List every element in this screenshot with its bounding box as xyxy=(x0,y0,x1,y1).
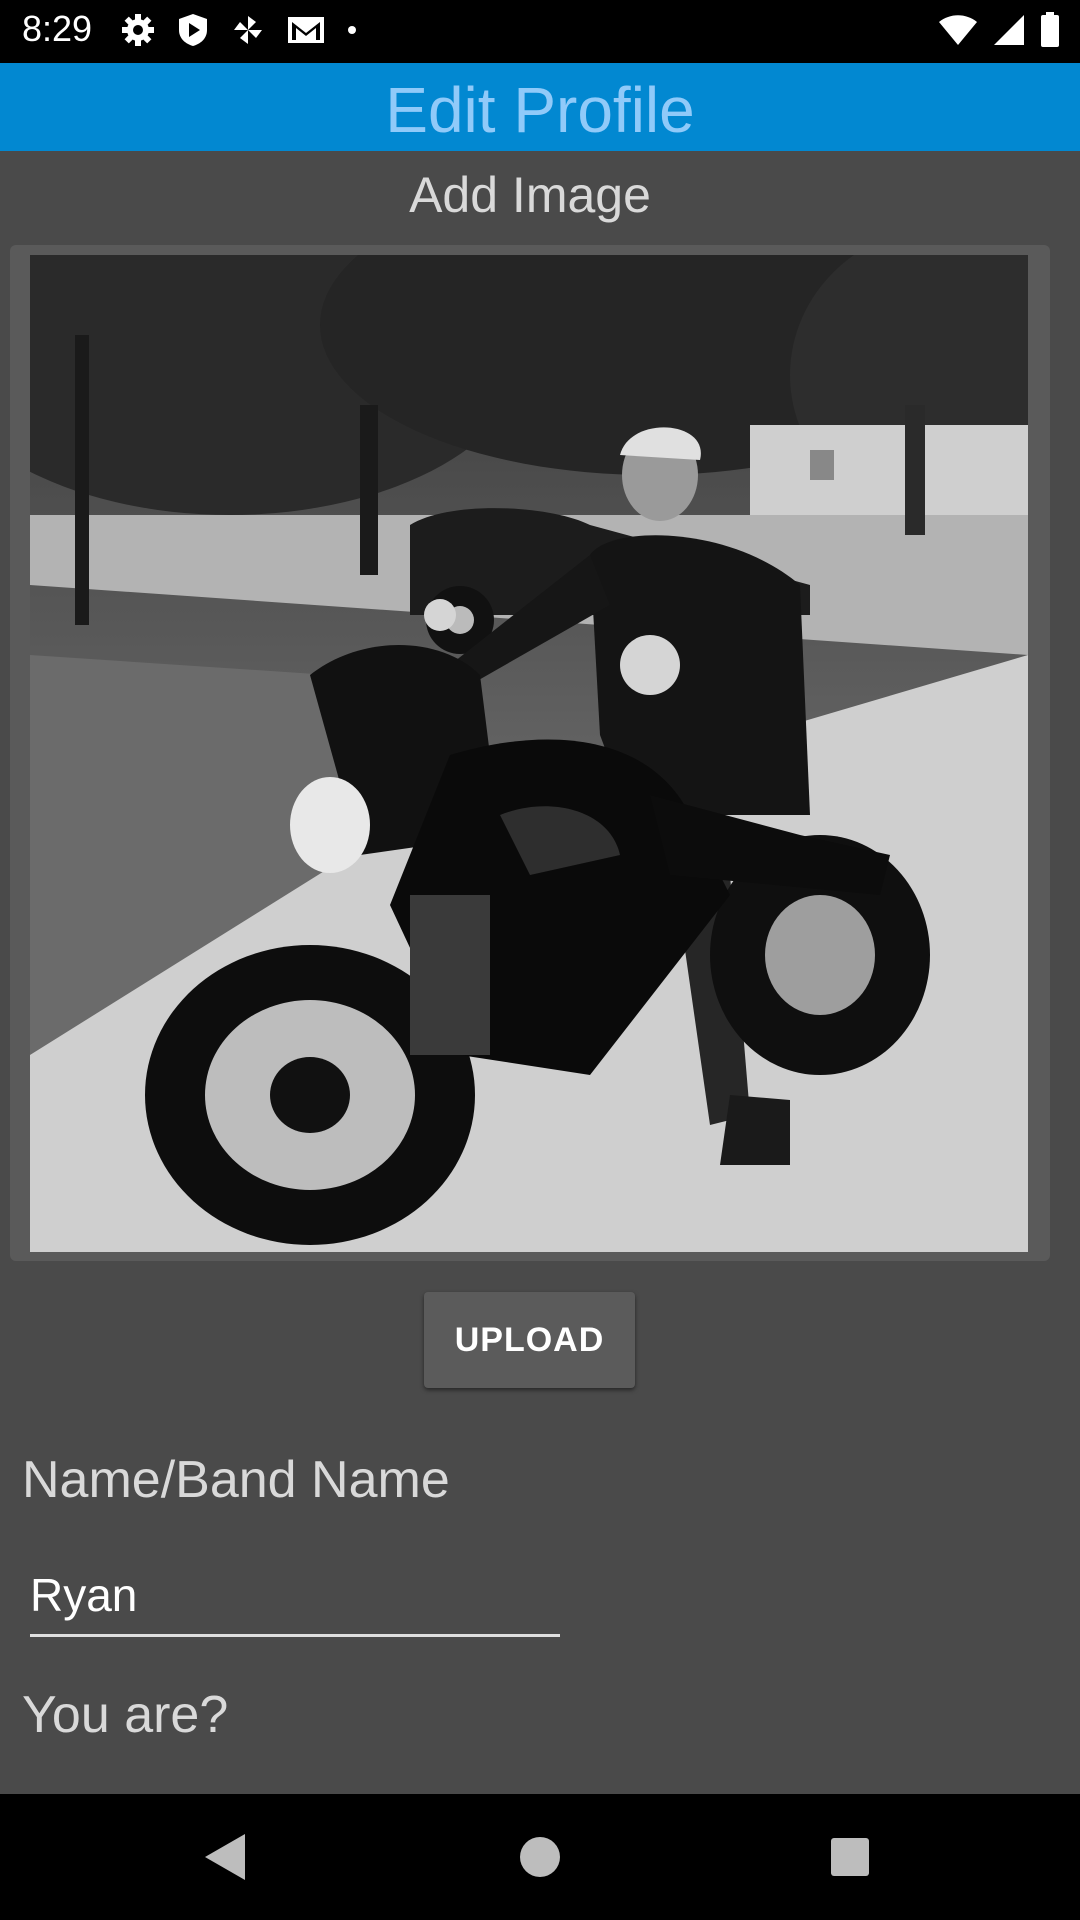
recents-icon xyxy=(831,1838,869,1876)
home-icon xyxy=(520,1837,560,1877)
notification-icons xyxy=(120,12,358,48)
status-time: 8:29 xyxy=(22,8,93,49)
signal-icon xyxy=(994,15,1024,45)
wifi-icon xyxy=(939,15,977,45)
add-image-label: Add Image xyxy=(409,167,651,223)
profile-photo[interactable] xyxy=(30,255,1028,1252)
upload-button[interactable]: UPLOAD xyxy=(424,1292,635,1388)
play-protect-icon xyxy=(179,14,207,46)
you-are-label: You are? xyxy=(22,1686,229,1744)
gmail-icon xyxy=(288,17,324,43)
app-bar: Edit Profile xyxy=(0,63,1080,151)
back-button[interactable] xyxy=(192,1824,258,1890)
navigation-bar xyxy=(0,1794,1080,1920)
page-title: Edit Profile xyxy=(385,74,695,146)
home-button[interactable] xyxy=(507,1824,573,1890)
name-label: Name/Band Name xyxy=(22,1451,450,1509)
name-input[interactable]: Ryan xyxy=(30,1568,560,1637)
recents-button[interactable] xyxy=(817,1824,883,1890)
gear-icon xyxy=(122,14,154,46)
system-icons xyxy=(938,12,1060,48)
name-input-value: Ryan xyxy=(30,1569,138,1621)
battery-icon xyxy=(1041,12,1059,47)
pinwheel-icon xyxy=(234,16,262,44)
dot-icon xyxy=(348,26,356,34)
status-bar: 8:29 xyxy=(0,0,1080,63)
back-icon xyxy=(205,1834,245,1880)
